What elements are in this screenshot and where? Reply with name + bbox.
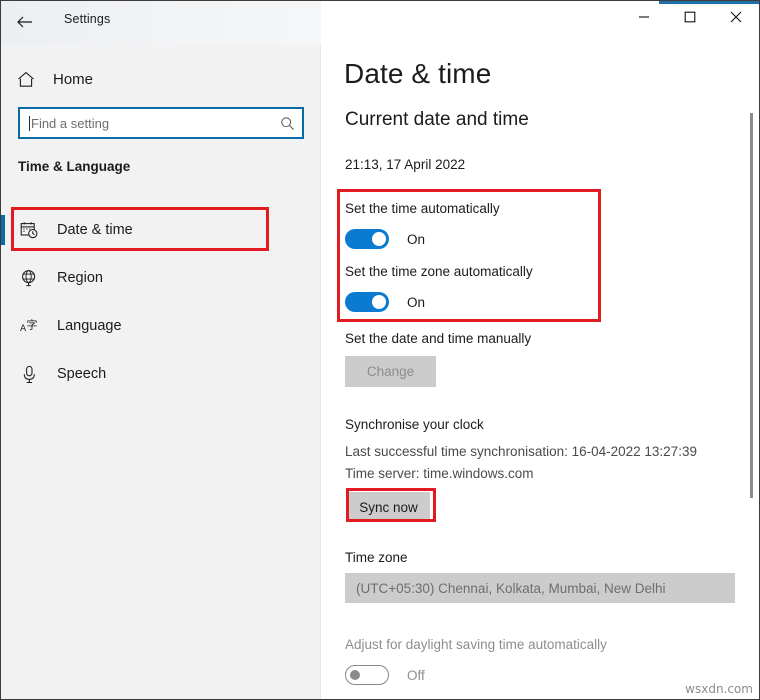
time-server-value: Time server: time.windows.com: [345, 466, 534, 481]
set-timezone-automatically-toggle[interactable]: [345, 292, 389, 312]
current-datetime-value: 21:13, 17 April 2022: [345, 157, 466, 172]
search-icon[interactable]: [272, 116, 302, 131]
set-time-automatically-label: Set the time automatically: [345, 201, 500, 216]
daylight-saving-row[interactable]: Off: [345, 665, 425, 685]
watermark: wsxdn.com: [685, 682, 753, 696]
microphone-icon: [17, 365, 41, 384]
page-title: Date & time: [344, 58, 492, 89]
set-timezone-automatically-state: On: [407, 294, 426, 310]
maximize-button[interactable]: [667, 1, 713, 33]
title-bar: Settings: [1, 1, 759, 45]
sidebar-home-label: Home: [53, 70, 94, 88]
window-controls: [621, 1, 759, 33]
sidebar-nav: Date & time Region A 字 Language Speech: [1, 206, 321, 398]
set-time-automatically-toggle[interactable]: [345, 229, 389, 249]
close-button[interactable]: [713, 1, 759, 33]
set-timezone-automatically-row[interactable]: On: [345, 292, 425, 312]
toggle-knob: [372, 232, 386, 246]
sidebar-item-label: Date & time: [57, 222, 133, 238]
scrollbar-thumb[interactable]: [750, 113, 753, 498]
last-sync-value: Last successful time synchronisation: 16…: [345, 444, 697, 459]
set-manually-label: Set the date and time manually: [345, 331, 532, 346]
sidebar: Home Time & Language: [1, 45, 321, 699]
time-zone-select[interactable]: (UTC+05:30) Chennai, Kolkata, Mumbai, Ne…: [345, 573, 735, 603]
sidebar-group-header: Time & Language: [18, 159, 131, 174]
sidebar-item-speech[interactable]: Speech: [1, 350, 321, 398]
toggle-knob: [350, 670, 360, 680]
sidebar-item-language[interactable]: A 字 Language: [1, 302, 321, 350]
back-button[interactable]: [9, 7, 41, 37]
change-button[interactable]: Change: [345, 356, 436, 387]
time-zone-label: Time zone: [345, 550, 408, 565]
set-time-automatically-row[interactable]: On: [345, 229, 425, 249]
sidebar-item-home[interactable]: Home: [1, 62, 321, 96]
minimize-button[interactable]: [621, 1, 667, 33]
content-scrollbar[interactable]: [744, 45, 758, 699]
maximize-icon: [684, 11, 696, 23]
language-icon: A 字: [17, 317, 41, 335]
search-input[interactable]: [30, 109, 272, 137]
synchronise-heading: Synchronise your clock: [345, 417, 484, 432]
sidebar-item-region[interactable]: Region: [1, 254, 321, 302]
set-time-automatically-state: On: [407, 231, 426, 247]
sidebar-item-label: Language: [57, 318, 122, 334]
daylight-saving-state: Off: [407, 667, 425, 683]
back-arrow-icon: [17, 16, 32, 28]
settings-window: Settings Home Find a setting Time & Lang…: [0, 0, 760, 700]
minimize-icon: [639, 16, 649, 18]
selection-accent-bar: [1, 215, 5, 245]
content-pane: Date & time Current date and time 21:13,…: [322, 45, 759, 699]
section-heading-current-date-time: Current date and time: [345, 109, 529, 130]
close-icon: [730, 11, 742, 23]
daylight-saving-label: Adjust for daylight saving time automati…: [345, 637, 607, 652]
sync-now-button[interactable]: Sync now: [347, 492, 430, 522]
window-title: Settings: [64, 12, 111, 26]
set-timezone-automatically-label: Set the time zone automatically: [345, 264, 533, 279]
toggle-knob: [372, 295, 386, 309]
sidebar-item-label: Speech: [57, 366, 107, 382]
search-box[interactable]: [18, 107, 304, 139]
home-icon: [15, 71, 37, 88]
title-bar-left-panel: [1, 1, 321, 45]
globe-icon: [17, 269, 41, 287]
sidebar-item-date-time[interactable]: Date & time: [1, 206, 321, 254]
calendar-clock-icon: [17, 221, 41, 240]
daylight-saving-toggle[interactable]: [345, 665, 389, 685]
svg-text:字: 字: [26, 318, 37, 332]
sidebar-item-label: Region: [57, 270, 103, 286]
